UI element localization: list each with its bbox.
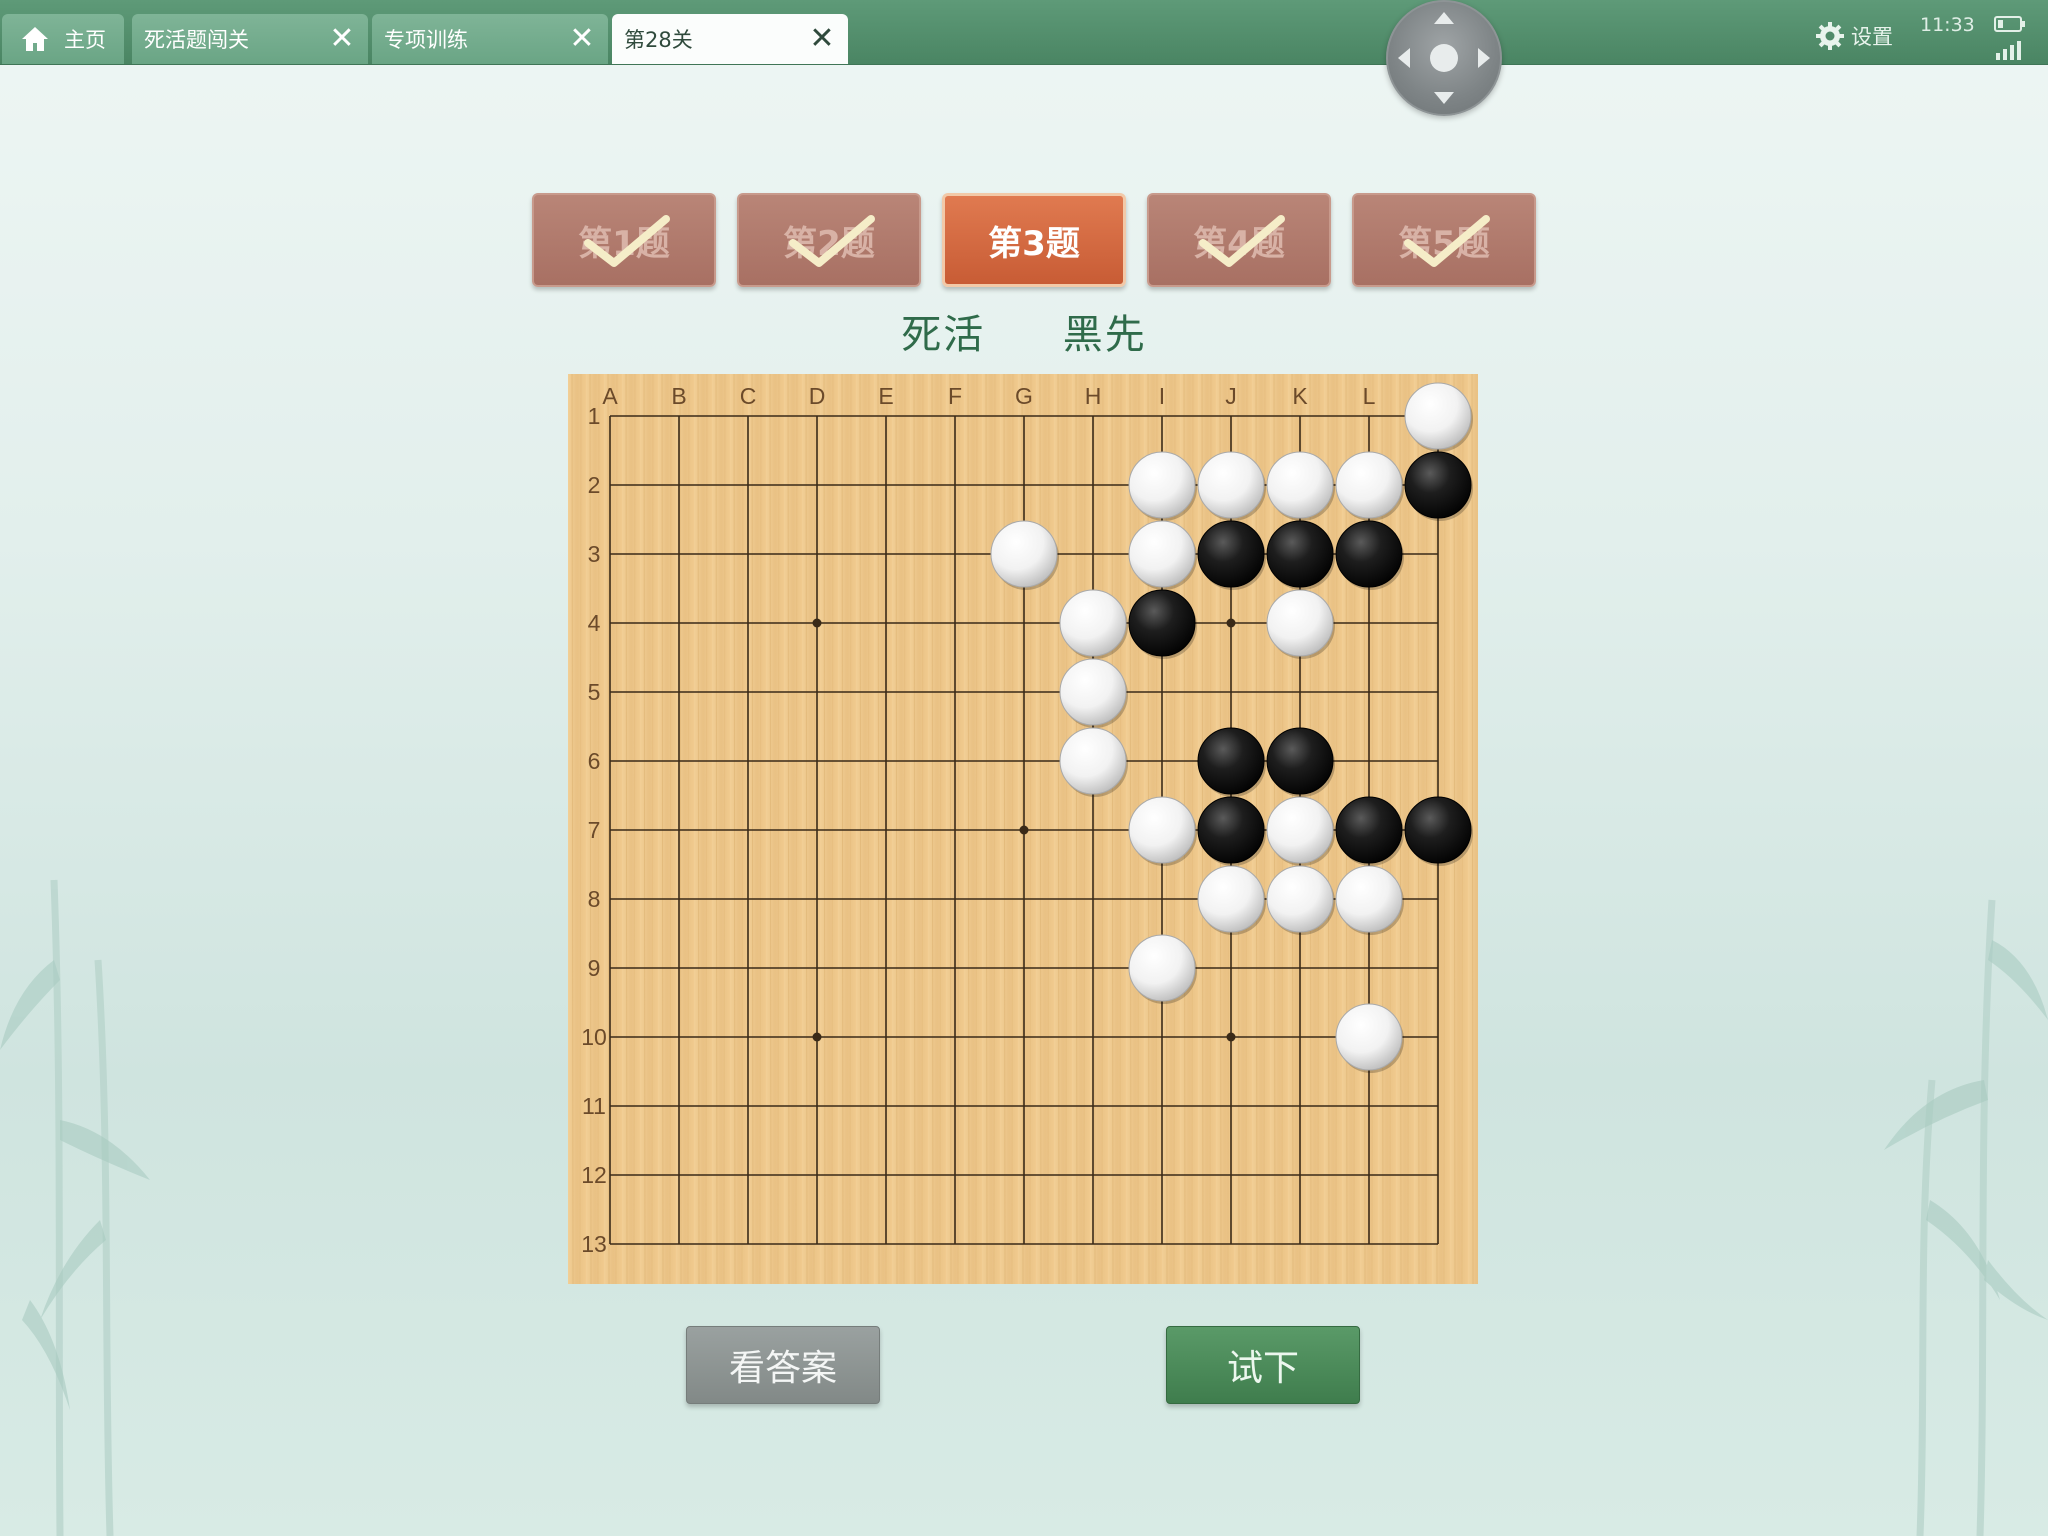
close-icon[interactable]: ✕ xyxy=(804,21,840,57)
battery-icon xyxy=(1994,16,2025,32)
white-stone xyxy=(1059,589,1127,657)
column-label: C xyxy=(740,383,757,409)
white-stone xyxy=(1059,727,1127,795)
check-icon xyxy=(584,215,670,267)
bamboo-decoration-left xyxy=(0,879,150,1536)
tab-label: 第28关 xyxy=(624,28,693,52)
row-label: 2 xyxy=(588,472,601,498)
white-stone xyxy=(1059,658,1127,726)
row-label: 5 xyxy=(588,679,601,705)
close-icon[interactable]: ✕ xyxy=(564,21,600,57)
problem-subtitle: 死活 黑先 xyxy=(901,312,1147,358)
star-point xyxy=(1019,825,1029,835)
row-label: 7 xyxy=(588,817,601,843)
tab-home-label: 主页 xyxy=(64,28,106,52)
row-label: 12 xyxy=(581,1162,607,1188)
white-stone xyxy=(1128,796,1196,864)
column-label: B xyxy=(671,383,686,409)
tab-label: 专项训练 xyxy=(384,28,468,52)
home-icon xyxy=(22,27,48,51)
tab-deathlife-challenge[interactable]: 死活题闯关 ✕ xyxy=(132,14,368,64)
white-stone xyxy=(1197,451,1265,519)
question-1-button[interactable]: 第1题 xyxy=(532,193,716,287)
check-icon xyxy=(789,215,875,267)
check-icon xyxy=(1404,215,1490,267)
black-stone xyxy=(1197,520,1265,588)
column-label: K xyxy=(1292,383,1308,409)
white-stone xyxy=(990,520,1058,588)
column-label: J xyxy=(1225,383,1237,409)
black-stone xyxy=(1197,727,1265,795)
row-label: 11 xyxy=(582,1093,606,1119)
question-2-button[interactable]: 第2题 xyxy=(737,193,921,287)
star-point xyxy=(812,1032,822,1042)
row-label: 3 xyxy=(588,541,601,567)
row-label: 10 xyxy=(581,1024,607,1050)
bamboo-decoration-right xyxy=(1884,899,2048,1536)
white-stone xyxy=(1335,1003,1403,1071)
close-icon[interactable]: ✕ xyxy=(324,21,360,57)
white-stone xyxy=(1128,451,1196,519)
white-stone xyxy=(1266,589,1334,657)
top-bar: 主页 死活题闯关 ✕ 专项训练 ✕ 第28关 ✕ 设置 11:33 xyxy=(0,0,2048,65)
show-answer-button[interactable]: 看答案 xyxy=(686,1326,880,1404)
row-label: 13 xyxy=(581,1231,607,1257)
question-label: 第3题 xyxy=(988,223,1080,264)
column-label: L xyxy=(1363,383,1376,409)
row-label: 1 xyxy=(588,403,601,429)
black-stone xyxy=(1335,796,1403,864)
star-point xyxy=(1226,618,1236,628)
question-5-button[interactable]: 第5题 xyxy=(1352,193,1536,287)
column-label: I xyxy=(1159,383,1165,409)
white-stone xyxy=(1128,520,1196,588)
row-label: 8 xyxy=(588,886,601,912)
white-stone xyxy=(1335,451,1403,519)
check-icon xyxy=(1199,215,1285,267)
white-stone xyxy=(1266,796,1334,864)
question-3-button[interactable]: 第3题 xyxy=(942,193,1126,287)
column-label: F xyxy=(948,383,962,409)
column-label: G xyxy=(1015,383,1033,409)
black-stone xyxy=(1266,520,1334,588)
tab-level-28[interactable]: 第28关 ✕ xyxy=(612,14,848,64)
settings-button[interactable]: 设置 xyxy=(1815,20,1893,52)
row-label: 6 xyxy=(588,748,601,774)
black-stone xyxy=(1197,796,1265,864)
assistive-joystick[interactable] xyxy=(1386,0,1502,116)
black-stone xyxy=(1266,727,1334,795)
tab-special-training[interactable]: 专项训练 ✕ xyxy=(372,14,608,64)
white-stone xyxy=(1266,451,1334,519)
black-stone xyxy=(1335,520,1403,588)
column-label: E xyxy=(878,383,893,409)
signal-icon xyxy=(1996,41,2021,60)
star-point xyxy=(812,618,822,628)
try-play-button[interactable]: 试下 xyxy=(1166,1326,1360,1404)
black-stone xyxy=(1128,589,1196,657)
settings-label: 设置 xyxy=(1851,25,1893,49)
clock: 11:33 xyxy=(1920,14,1975,36)
white-stone xyxy=(1266,865,1334,933)
column-label: D xyxy=(809,383,826,409)
star-point xyxy=(1226,1032,1236,1042)
row-label: 4 xyxy=(588,610,601,636)
white-stone xyxy=(1128,934,1196,1002)
direction-pad-icon xyxy=(1398,12,1490,104)
white-stone xyxy=(1404,382,1472,450)
tab-home[interactable]: 主页 xyxy=(2,14,124,64)
go-board-canvas[interactable]: A B C D E F G H I J K L12345678910111213 xyxy=(568,374,1478,1284)
column-label: H xyxy=(1085,383,1102,409)
white-stone xyxy=(1197,865,1265,933)
tab-label: 死活题闯关 xyxy=(144,28,249,52)
column-label: A xyxy=(602,383,618,409)
question-4-button[interactable]: 第4题 xyxy=(1147,193,1331,287)
gear-icon xyxy=(1816,22,1844,50)
go-board[interactable]: A B C D E F G H I J K L 1 2 3 4 5 6 7 8 9 10 11 12 13 xyxy=(568,374,1478,1284)
white-stone xyxy=(1335,865,1403,933)
black-stone xyxy=(1404,451,1472,519)
black-stone xyxy=(1404,796,1472,864)
row-label: 9 xyxy=(588,955,601,981)
